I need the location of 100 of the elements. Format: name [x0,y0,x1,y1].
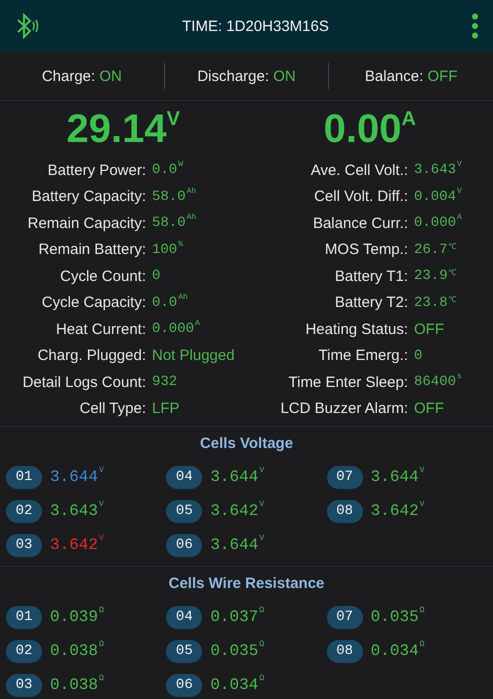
big-reading: 29.14$^{V}$ [66,109,180,149]
parameter-label: Cell Volt. Diff.: [313,188,408,206]
section-title: Cells Wire Resistance [168,575,326,592]
parameter-label: Detail Logs Count: [22,374,146,391]
parameter-value: 932 [151,374,178,390]
cell-value: 0.038$^{Ω}$ [50,642,104,660]
unit-label: Ah [178,292,188,302]
cell-number-badge: 08 [326,640,363,662]
unit-label: Ω [420,640,424,649]
unit-label: ℃ [448,268,457,278]
unit-label: A [195,319,200,328]
unit-label: Ah [186,186,196,196]
unit-label: ℃ [448,242,457,252]
unit-label: ℃ [448,294,457,305]
cell-value: 0.038$^{Ω}$ [50,676,104,694]
cell-number-badge: 05 [166,640,202,662]
parameter-label: Battery Capacity: [30,188,146,206]
unit-label: Ω [259,674,264,683]
parameter-label: Time Enter Sleep: [288,374,408,391]
unit-label: Ω [99,640,104,649]
unit-label: A [457,213,462,222]
unit-label: V [457,186,462,196]
cell-number-badge: 02 [6,500,42,522]
parameter-value: 0.0$^{W}$ [151,162,184,178]
window-title: TIME: 1D20H33M16S [182,18,329,34]
unit-label: % [178,240,184,249]
parameter-value: 58.0$^{Ah}$ [151,188,198,205]
cell-number-badge: 05 [166,500,202,522]
parameter-value: Not Plugged [151,347,236,364]
parameter-label: Cycle Capacity: [40,294,146,312]
cell-number-badge: 03 [6,674,42,696]
cell-value: 3.642$^{V}$ [210,502,264,520]
unit-label: V [420,500,424,509]
cell-number-badge: 07 [326,466,363,488]
parameter-label: Time Emerg.: [318,347,408,364]
parameter-value: 23.9$^{℃}$ [413,268,458,284]
unit-label: V [420,466,424,475]
parameter-label: Battery T2: [334,294,408,312]
parameter-label: Ave. Cell Volt.: [310,162,408,179]
parameter-label: Charg. Plugged: [36,347,146,364]
cell-number-badge: 07 [326,606,363,628]
cell-value: 3.644$^{V}$ [370,468,424,486]
parameter-label: Balance Curr.: [312,214,408,232]
unit-label: Ah [186,213,196,222]
parameter-value: 86400$^{s}$ [413,374,463,390]
parameter-value: LFP [151,400,181,418]
parameter-value: 0.000$^{A}$ [413,215,463,232]
parameter-value: 0 [413,348,424,364]
cell-number-badge: 08 [326,500,363,522]
bluetooth-icon[interactable] [16,13,40,39]
unit-label: Ω [99,606,104,615]
parameter-value: 3.643$^{V}$ [413,162,463,178]
parameter-label: Cycle Count: [59,268,146,285]
cell-value: 0.034$^{Ω}$ [210,676,264,694]
cell-value: 3.643$^{V}$ [50,502,104,520]
status-text: Balance: OFF [364,68,458,84]
parameter-label: Heating Status: [304,320,408,338]
cell-value: 3.644$^{V}$ [210,536,264,554]
parameter-label: Remain Battery: [37,241,146,258]
big-reading: 0.00$^{A}$ [324,109,416,149]
cell-value: 3.644$^{V}$ [210,468,264,486]
parameter-value: 100$^{%}$ [151,242,184,258]
unit-label: V [99,466,104,475]
parameter-value: 58.0$^{Ah}$ [151,215,198,232]
parameter-label: Battery Power: [46,162,146,179]
section-title: Cells Voltage [198,435,294,452]
parameter-label: Remain Capacity: [26,214,146,232]
parameter-value: OFF [413,400,445,418]
unit-label: Ω [259,606,264,615]
parameter-label: LCD Buzzer Alarm: [279,400,408,418]
parameter-label: MOS Temp.: [324,241,408,258]
parameter-value: 0.000$^{A}$ [151,321,201,338]
parameter-label: Battery T1: [334,268,408,285]
unit-label: Ω [99,674,104,683]
cell-value: 0.035$^{Ω}$ [210,642,264,660]
parameter-value: 23.8$^{℃}$ [413,294,458,311]
parameter-label: Cell Type: [78,400,146,418]
cell-number-badge: 01 [6,466,42,488]
unit-label: V [259,534,264,543]
cell-number-badge: 02 [6,640,42,662]
unit-label: V [99,500,104,509]
status-text: Charge: ON [40,68,123,84]
parameter-value: 26.7$^{℃}$ [413,242,458,258]
cell-number-badge: 03 [6,534,42,556]
cell-number-badge: 06 [166,674,202,696]
cell-value: 3.644$^{V}$ [50,468,104,486]
parameter-value: 0.0$^{Ah}$ [151,294,189,311]
unit-label: V [259,466,264,475]
unit-label: s [457,372,462,382]
cell-number-badge: 01 [6,606,42,628]
cell-value: 3.642$^{V}$ [50,536,104,554]
cell-value: 0.037$^{Ω}$ [210,608,264,626]
unit-label: V [99,534,104,543]
menu-icon[interactable] [470,13,479,39]
unit-label: W [178,160,184,170]
unit-label: V [457,160,462,170]
parameter-value: 0.004$^{V}$ [413,188,463,205]
parameter-value: 0 [151,268,162,284]
cell-value: 3.642$^{V}$ [370,502,424,520]
status-text: Discharge: ON [196,68,297,84]
